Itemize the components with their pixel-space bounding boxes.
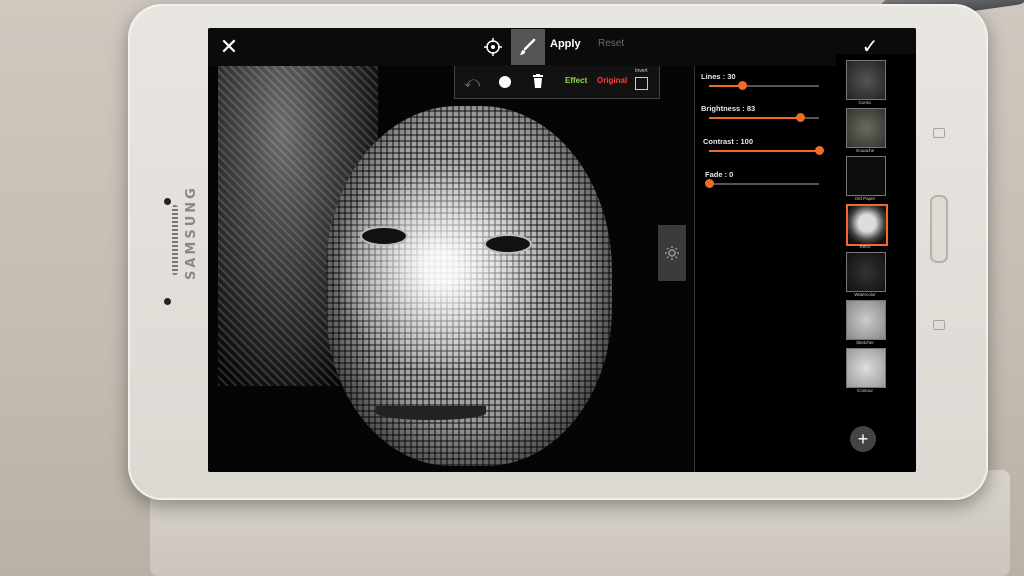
edit-tools-panel: ⤺ Effect Original Invert (454, 66, 660, 99)
back-key-icon[interactable] (933, 128, 945, 138)
camera-dot (164, 198, 171, 205)
effect-toggle[interactable]: Effect (565, 76, 587, 85)
reset-button[interactable]: Reset (598, 38, 624, 49)
effects-strip: Comic Gouache Old Paper Retro Watercolor… (836, 54, 916, 472)
effect-label: Retro (859, 244, 871, 249)
brush-size-icon[interactable] (495, 72, 515, 92)
slider-label: Fade : 0 (705, 170, 734, 179)
brush-icon[interactable] (511, 29, 545, 65)
slider-fill (709, 150, 819, 152)
slider-knob[interactable] (796, 113, 806, 122)
original-toggle[interactable]: Original (597, 76, 627, 85)
slider-fill (709, 117, 801, 119)
slider-label: Lines : 30 (701, 72, 736, 81)
sensor-dot (164, 298, 171, 305)
effect-thumb-watercolor[interactable] (846, 252, 886, 292)
slider-label: Brightness : 83 (701, 104, 756, 113)
effect-label: Comic (858, 100, 872, 105)
effect-thumb-sketcher[interactable] (846, 300, 886, 340)
invert-label: Invert (635, 68, 648, 74)
slider-track[interactable] (705, 179, 819, 188)
close-icon[interactable]: ✕ (216, 34, 242, 60)
slider-knob[interactable] (738, 81, 747, 90)
effect-thumb-gouache[interactable] (846, 108, 886, 148)
add-effect-button[interactable]: + (850, 426, 876, 452)
slider-track[interactable] (709, 81, 819, 90)
adjustment-panel: Lines : 30 Brightness : 83 Contrast : 10… (694, 66, 837, 472)
effect-label: Contour (856, 388, 873, 393)
photo-eye-left (360, 226, 408, 246)
effect-thumb-retro[interactable] (846, 204, 888, 246)
photo-eye-right (484, 234, 532, 254)
menu-key-icon[interactable] (933, 320, 945, 330)
settings-handle[interactable] (658, 225, 686, 281)
slider-knob[interactable] (815, 146, 824, 155)
effect-label: Watercolor (854, 292, 876, 297)
effect-thumb-comic[interactable] (846, 60, 886, 100)
speaker-grille (172, 205, 178, 275)
effect-thumb-old-paper[interactable] (846, 156, 886, 196)
top-toolbar: ✕ Apply Reset ✓ (208, 28, 916, 66)
slider-track[interactable] (709, 146, 824, 155)
photo-canvas[interactable] (208, 66, 694, 472)
undo-icon[interactable]: ⤺ (461, 72, 483, 92)
effect-thumb-contour[interactable] (846, 348, 886, 388)
effect-label: Sketcher (856, 340, 874, 345)
target-icon[interactable] (480, 34, 506, 60)
slider-track[interactable] (709, 113, 819, 122)
slider-label: Contrast : 100 (703, 137, 754, 146)
effect-label: Gouache (855, 148, 875, 153)
slider-knob[interactable] (705, 179, 714, 188)
trash-icon[interactable] (527, 70, 549, 92)
gear-icon (665, 246, 679, 260)
apply-button[interactable]: Apply (550, 38, 581, 50)
photo-mouth (376, 406, 486, 420)
effect-label: Old Paper (854, 196, 876, 201)
invert-checkbox[interactable] (635, 77, 648, 90)
app-screen: ✕ Apply Reset ✓ ⤺ Effect Original Invert… (208, 28, 916, 472)
home-button[interactable] (930, 195, 948, 263)
